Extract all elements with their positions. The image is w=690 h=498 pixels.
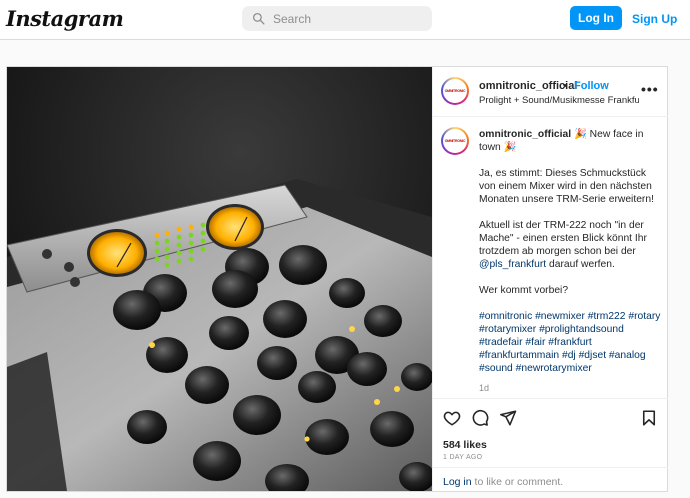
hashtags[interactable]: #omnitronic #newmixer #trm222 #rotary #r… [479,310,661,375]
login-prompt-text: to like or comment. [471,476,564,488]
mixer-photo [7,67,432,491]
top-navigation-bar: Instagram Log In Sign Up [0,0,690,40]
heart-icon[interactable] [443,409,461,427]
avatar-logo-text: OMNITRONIC [444,139,466,143]
caption-age: 1d [479,383,490,393]
caption-username[interactable]: omnitronic_official [479,129,571,140]
login-prompt-link[interactable]: Log in [443,476,472,488]
caption-text: omnitronic_official 🎉 New face in town 🎉… [479,128,661,395]
post-header: OMNITRONIC omnitronic_official • Follow … [433,67,668,117]
more-options-icon[interactable]: ••• [641,81,659,97]
log-in-button[interactable]: Log In [570,6,622,30]
caption-paragraph-3: Wer kommt vorbei? [479,285,569,296]
instagram-logo[interactable]: Instagram [6,6,124,31]
caption-avatar[interactable]: OMNITRONIC [441,127,469,155]
mention-link[interactable]: @pls_frankfurt [479,259,546,270]
share-icon[interactable] [499,409,517,427]
caption-paragraph-2b: darauf werfen. [546,259,615,270]
caption-area: OMNITRONIC omnitronic_official 🎉 New fac… [433,118,668,398]
search-input[interactable] [273,11,413,26]
login-prompt: Log in to like or comment. [433,467,668,492]
actions-section: 584 likes 1 DAY AGO Log in to like or co… [433,398,668,491]
comment-icon[interactable] [471,409,489,427]
post-sidebar: OMNITRONIC omnitronic_official • Follow … [432,67,668,491]
search-box[interactable] [242,6,432,31]
post-container: OMNITRONIC omnitronic_official • Follow … [6,66,668,492]
post-photo[interactable] [7,67,432,491]
avatar[interactable]: OMNITRONIC [441,77,469,105]
sign-up-link[interactable]: Sign Up [632,12,677,26]
likes-count[interactable]: 584 likes [443,439,487,451]
caption-paragraph-2a: Aktuell ist der TRM-222 noch "in der Mac… [479,220,647,257]
caption-paragraph-1: Ja, es stimmt: Dieses Schmuckstück von e… [479,168,654,205]
bookmark-icon[interactable] [640,409,658,427]
location-link[interactable]: Prolight + Sound/Musikmesse Frankfur... [479,95,639,106]
search-icon [252,12,265,25]
avatar-logo-text: OMNITRONIC [444,89,466,93]
separator-dot: • [563,80,567,92]
follow-button[interactable]: Follow [574,80,609,92]
post-date: 1 DAY AGO [443,454,483,461]
